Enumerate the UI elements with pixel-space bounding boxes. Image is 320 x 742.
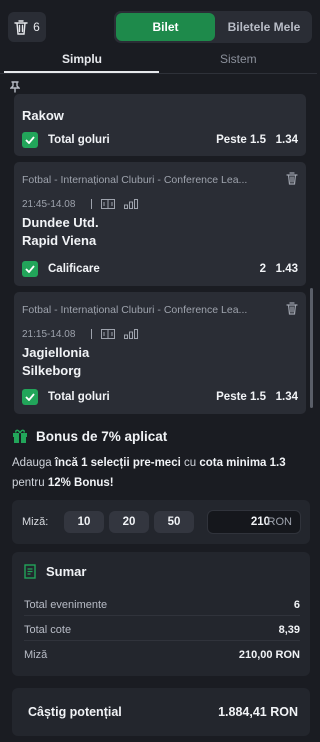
betslip-toggle: Bilet Biletele Mele xyxy=(114,11,312,43)
selection-row: Calificare 2 1.43 xyxy=(22,261,298,279)
summary-header: Sumar xyxy=(24,564,86,579)
summary-label: Total cote xyxy=(24,624,72,636)
bonus-text-5: pentru xyxy=(12,477,48,489)
bonus-title: Bonus de 7% aplicat xyxy=(36,428,168,444)
check-icon xyxy=(25,393,35,401)
active-tab-indicator xyxy=(4,71,159,73)
stake-input[interactable]: 210 RON xyxy=(207,510,301,534)
selections-count: 6 xyxy=(33,20,40,34)
summary-row-odds: Total cote 8,39 xyxy=(24,621,300,641)
odd-value: 1.34 xyxy=(275,391,298,403)
check-icon xyxy=(25,136,35,144)
divider xyxy=(91,329,92,339)
pick-label: Peste 1.5 xyxy=(216,134,266,146)
summary-panel: Sumar Total evenimente 6 Total cote 8,39… xyxy=(12,552,310,676)
stake-currency: RON xyxy=(267,516,292,528)
stake-panel: Miză: 10 20 50 210 RON xyxy=(12,500,310,544)
divider xyxy=(91,199,92,209)
selection-checkbox[interactable] xyxy=(22,132,38,148)
summary-value: 210,00 RON xyxy=(238,649,300,661)
tab-biletele-mele[interactable]: Biletele Mele xyxy=(218,13,310,41)
bet-type-tabs: Simplu Sistem xyxy=(0,48,317,74)
potential-win-panel: Câștig potențial 1.884,41 RON xyxy=(12,688,310,736)
stake-label: Miză: xyxy=(22,516,49,528)
market-label: Total goluri xyxy=(48,391,110,403)
pin-icon[interactable] xyxy=(10,81,20,93)
potential-win-label: Câștig potențial xyxy=(28,705,122,719)
receipt-icon xyxy=(24,564,36,579)
tab-simplu[interactable]: Simplu xyxy=(62,52,102,66)
bonus-text-3: cu xyxy=(180,457,200,469)
team-away: Rapid Viena xyxy=(22,233,97,248)
bonus-description: Adauga încă 1 selecții pre-meci cu cota … xyxy=(12,453,308,493)
stake-chip-50[interactable]: 50 xyxy=(154,511,194,533)
summary-value: 6 xyxy=(293,599,300,611)
bonus-header: Bonus de 7% aplicat xyxy=(12,428,167,444)
gift-icon xyxy=(13,429,27,443)
trash-icon[interactable] xyxy=(286,302,298,315)
bonus-text-2: încă 1 selecții pre-meci xyxy=(54,457,181,469)
bet-card: Fotbal - Internațional Cluburi - Confere… xyxy=(14,162,306,286)
team-home: Jagiellonia xyxy=(22,345,90,360)
top-bar: 6 Bilet Biletele Mele xyxy=(0,0,317,48)
bet-card: Rakow Total goluri Peste 1.5 1.34 xyxy=(14,94,306,156)
team-home: Rakow xyxy=(22,108,64,123)
stake-chip-20[interactable]: 20 xyxy=(109,511,149,533)
pick-label: Peste 1.5 xyxy=(216,391,266,403)
check-icon xyxy=(25,265,35,273)
summary-row-events: Total evenimente 6 xyxy=(24,596,300,616)
scrollbar[interactable] xyxy=(310,288,313,408)
league-label: Fotbal - Internațional Cluburi - Confere… xyxy=(22,174,248,186)
selection-row: Total goluri Peste 1.5 1.34 xyxy=(22,389,298,407)
bonus-text-1: Adauga xyxy=(12,457,55,469)
team-away: Silkeborg xyxy=(22,363,82,378)
event-time: 21:45-14.08 xyxy=(22,199,76,210)
summary-label: Miză xyxy=(24,649,48,661)
league-label: Fotbal - Internațional Cluburi - Confere… xyxy=(22,304,248,316)
odd-value: 1.43 xyxy=(275,263,298,275)
odd-value: 1.34 xyxy=(275,134,298,146)
bet-card: Fotbal - Internațional Cluburi - Confere… xyxy=(14,292,306,414)
clear-betslip-button[interactable]: 6 xyxy=(8,12,46,42)
bar-chart-icon[interactable] xyxy=(124,199,138,209)
tab-sistem[interactable]: Sistem xyxy=(220,52,257,66)
bar-chart-icon[interactable] xyxy=(124,329,138,339)
summary-value: 8,39 xyxy=(278,624,300,636)
summary-label: Total evenimente xyxy=(24,599,108,611)
team-home: Dundee Utd. xyxy=(22,215,99,230)
summary-title: Sumar xyxy=(46,564,87,579)
selection-row: Total goluri Peste 1.5 1.34 xyxy=(22,132,298,150)
trash-icon xyxy=(14,19,28,35)
tab-bilet[interactable]: Bilet xyxy=(116,13,215,41)
market-label: Total goluri xyxy=(48,134,110,146)
market-label: Calificare xyxy=(48,263,100,275)
bonus-text-6: 12% Bonus! xyxy=(47,477,114,489)
bonus-text-4: cota minima 1.3 xyxy=(199,457,286,469)
stats-icon[interactable] xyxy=(101,199,115,209)
potential-win-value: 1.884,41 RON xyxy=(218,705,298,719)
pick-label: 2 xyxy=(259,263,266,275)
stake-chip-10[interactable]: 10 xyxy=(64,511,104,533)
event-time: 21:15-14.08 xyxy=(22,329,76,340)
trash-icon[interactable] xyxy=(286,172,298,185)
selection-checkbox[interactable] xyxy=(22,389,38,405)
summary-row-stake: Miză 210,00 RON xyxy=(24,646,300,666)
selection-checkbox[interactable] xyxy=(22,261,38,277)
stats-icon[interactable] xyxy=(101,329,115,339)
